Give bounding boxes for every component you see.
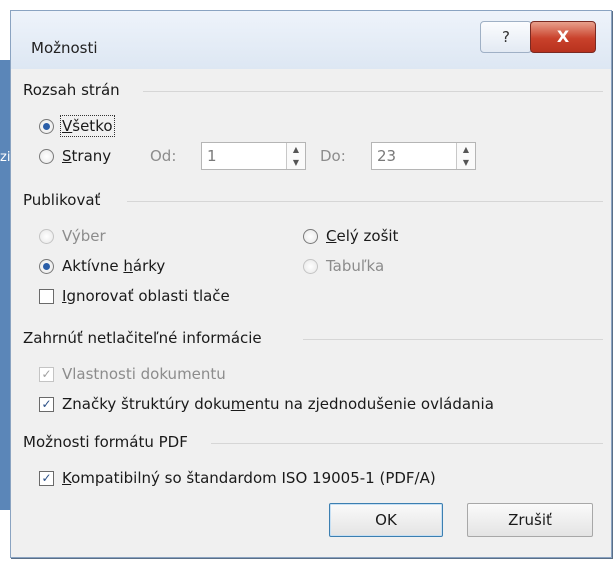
dialog-titlebar: Možnosti ? X — [11, 11, 611, 69]
radio-indicator — [303, 258, 318, 274]
publish-header-text: Publikovať — [23, 191, 101, 209]
close-icon: X — [556, 27, 570, 46]
selection-radio[interactable]: Výber — [39, 227, 106, 245]
from-spin-buttons[interactable]: ▲ ▼ — [286, 143, 305, 169]
pdf-options-header-text: Možnosti formátu PDF — [23, 433, 188, 451]
to-value: 23 — [377, 147, 397, 165]
radio-indicator — [39, 148, 54, 164]
radio-indicator — [39, 258, 54, 274]
table-label: Tabuľka — [326, 257, 385, 275]
close-button[interactable]: X — [530, 21, 596, 53]
active-sheets-radio[interactable]: Aktívne hárky — [39, 257, 165, 275]
checkbox-box: ✓ — [39, 396, 54, 412]
pdfa-label: Kompatibilný so štandardom ISO 19005-1 (… — [62, 469, 436, 487]
spin-down-icon: ▼ — [462, 158, 470, 167]
active-sheets-label: Aktívne hárky — [62, 257, 166, 275]
selection-label: Výber — [62, 227, 106, 245]
publish-header: Publikovať — [23, 191, 100, 209]
page-range-header-text: Rozsah strán — [23, 81, 120, 99]
checkbox-box — [39, 288, 54, 304]
entire-workbook-radio[interactable]: Celý zošit — [303, 227, 398, 245]
ignore-print-areas-checkbox[interactable]: Ignorovať oblasti tlače — [39, 287, 230, 305]
table-radio[interactable]: Tabuľka — [303, 257, 384, 275]
ok-button[interactable]: OK — [329, 503, 443, 537]
all-pages-label: Všetko — [60, 115, 115, 137]
all-pages-radio[interactable]: Všetko — [39, 115, 115, 137]
to-spin-buttons[interactable]: ▲ ▼ — [456, 143, 475, 169]
entire-workbook-label: Celý zošit — [326, 227, 399, 245]
radio-indicator — [39, 118, 54, 134]
checkbox-box: ✓ — [39, 366, 54, 382]
radio-indicator — [39, 228, 54, 244]
spin-up-icon: ▲ — [462, 145, 470, 154]
document-properties-checkbox[interactable]: ✓ Vlastnosti dokumentu — [39, 365, 226, 383]
nonprint-header: Zahrnúť netlačiteľné informácie — [23, 329, 262, 347]
cancel-button[interactable]: Zrušiť — [467, 503, 593, 537]
from-label: Od: — [150, 147, 177, 165]
checkbox-box: ✓ — [39, 470, 54, 486]
structure-tags-label: Značky štruktúry dokumentu na zjednoduše… — [62, 395, 494, 413]
spin-down-icon: ▼ — [292, 158, 300, 167]
document-properties-label: Vlastnosti dokumentu — [62, 365, 226, 383]
page-range-header: Rozsah strán — [23, 81, 120, 99]
pages-label: Strany — [62, 147, 112, 165]
nonprint-header-text: Zahrnúť netlačiteľné informácie — [23, 329, 262, 347]
from-value: 1 — [207, 147, 217, 165]
to-spinner[interactable]: 23 ▲ ▼ — [371, 142, 476, 170]
to-label: Do: — [320, 147, 346, 165]
dialog-content: Rozsah strán Všetko Strany Od: 1 ▲ ▼ Do: … — [23, 69, 603, 551]
help-icon: ? — [502, 28, 510, 46]
background-edge-text: zi — [0, 150, 11, 165]
options-dialog: Možnosti ? X Rozsah strán Všetko Strany … — [10, 10, 612, 558]
dialog-title: Možnosti — [31, 39, 98, 57]
pages-radio[interactable]: Strany — [39, 147, 111, 165]
spin-up-icon: ▲ — [292, 145, 300, 154]
from-spinner[interactable]: 1 ▲ ▼ — [201, 142, 306, 170]
help-button[interactable]: ? — [480, 21, 532, 53]
pdf-options-header: Možnosti formátu PDF — [23, 433, 188, 451]
radio-indicator — [303, 228, 318, 244]
pdfa-checkbox[interactable]: ✓ Kompatibilný so štandardom ISO 19005-1… — [39, 469, 436, 487]
structure-tags-checkbox[interactable]: ✓ Značky štruktúry dokumentu na zjednodu… — [39, 395, 494, 413]
ignore-print-areas-label: Ignorovať oblasti tlače — [62, 287, 230, 305]
